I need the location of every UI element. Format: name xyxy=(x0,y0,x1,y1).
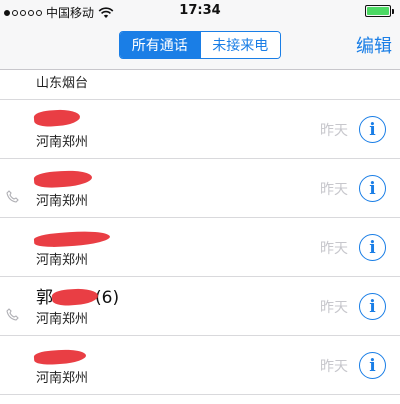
call-row[interactable]: 河南郑州 昨天 i xyxy=(0,218,400,277)
redaction-mark xyxy=(33,229,111,249)
nav-bar: 所有通话 未接来电 编辑 xyxy=(0,22,400,70)
call-location: 河南郑州 xyxy=(36,312,89,327)
edit-button[interactable]: 编辑 xyxy=(356,32,392,58)
call-location: 河南郑州 xyxy=(36,371,89,386)
call-date: 昨天 xyxy=(320,182,348,198)
tab-missed-calls[interactable]: 未接来电 xyxy=(199,32,280,58)
call-date: 昨天 xyxy=(320,300,348,316)
info-icon[interactable]: i xyxy=(359,175,386,202)
redaction-mark xyxy=(33,168,93,190)
call-row[interactable]: 山东烟台 昨天 i xyxy=(0,70,400,100)
info-icon[interactable]: i xyxy=(359,352,386,379)
info-icon[interactable]: i xyxy=(359,116,386,143)
outgoing-call-icon xyxy=(6,190,19,203)
status-time: 17:34 xyxy=(179,3,221,18)
call-location: 河南郑州 xyxy=(36,135,89,150)
call-filter-segmented-control: 所有通话 未接来电 xyxy=(119,31,281,59)
recent-calls-list: 山东烟台 昨天 i 河南郑州 昨天 i 河南郑州 昨天 i 河南郑州 昨天 i … xyxy=(0,70,400,404)
call-location: 河南郑州 xyxy=(36,253,89,268)
contact-name-text: 郭 xyxy=(36,288,53,308)
call-row[interactable]: 郭 (6) 河南郑州 昨天 i xyxy=(0,277,400,336)
redaction-mark xyxy=(33,108,81,128)
status-bar: 中国移动 17:34 xyxy=(0,0,400,22)
call-location: 山东烟台 xyxy=(36,76,89,91)
call-count: (6) xyxy=(95,288,120,308)
call-date: 昨天 xyxy=(320,241,348,257)
redaction-mark xyxy=(33,348,87,366)
info-icon[interactable]: i xyxy=(359,234,386,261)
call-date: 昨天 xyxy=(320,359,348,375)
info-icon[interactable]: i xyxy=(359,293,386,320)
call-location: 河南郑州 xyxy=(36,194,89,209)
call-row[interactable]: 河南郑州 昨天 i xyxy=(0,336,400,395)
outgoing-call-icon xyxy=(6,308,19,321)
call-row[interactable]: 河南郑州 昨天 i xyxy=(0,159,400,218)
battery-icon xyxy=(365,5,394,17)
call-row[interactable]: 河南郑州 昨天 i xyxy=(0,100,400,159)
call-date: 昨天 xyxy=(320,123,348,139)
tab-all-calls[interactable]: 所有通话 xyxy=(120,32,200,58)
